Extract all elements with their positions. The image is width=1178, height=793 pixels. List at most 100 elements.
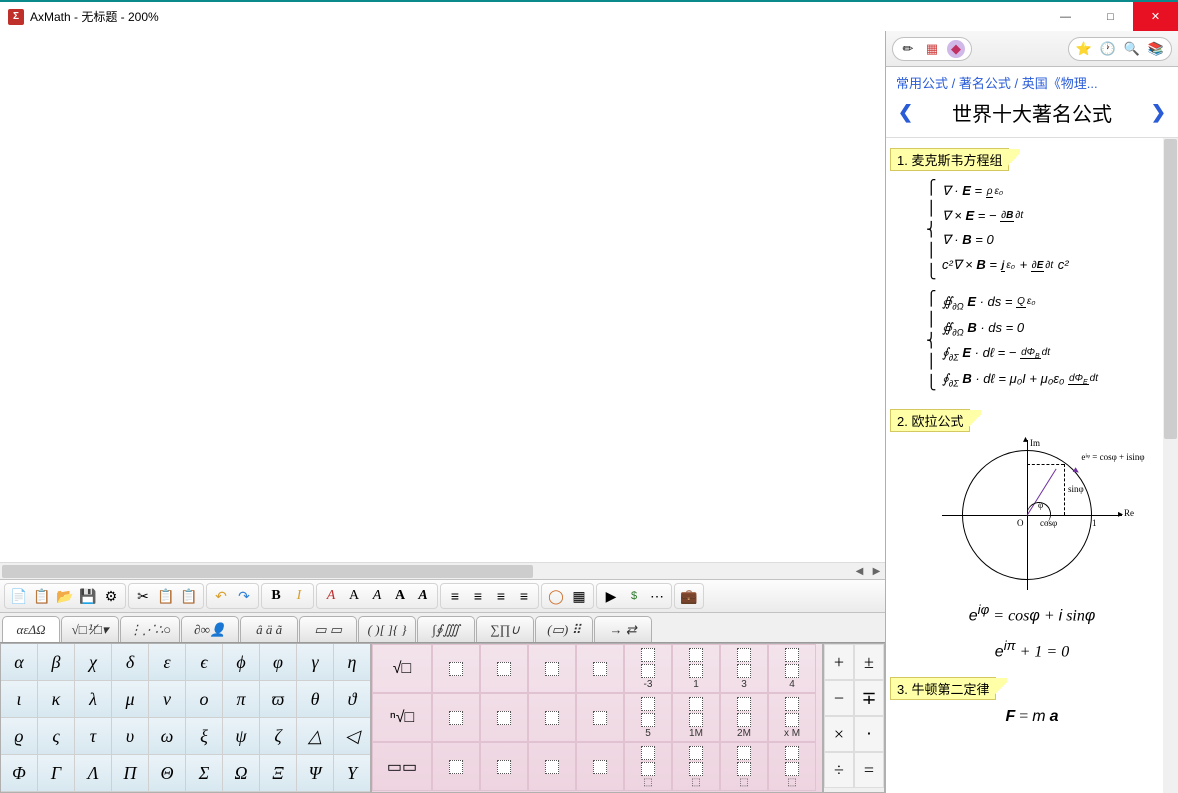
frac-lbl-0-3[interactable]: 4 [768, 644, 816, 693]
greek-μ[interactable]: μ [112, 681, 148, 717]
tab-matrix[interactable]: (▭) ⠿ [535, 616, 593, 642]
greek-ϑ[interactable]: ϑ [334, 681, 370, 717]
greek-Ψ[interactable]: Ψ [297, 755, 333, 791]
greek-ζ[interactable]: ζ [260, 718, 296, 754]
frac-lbl-1-0[interactable]: 5 [624, 693, 672, 742]
color-wheel[interactable]: ◯ [545, 585, 567, 607]
greek-υ[interactable]: υ [112, 718, 148, 754]
op-÷[interactable]: ÷ [824, 752, 854, 788]
lib-prev-button[interactable]: ❮ [894, 102, 917, 123]
frac-cell-1-3[interactable] [576, 693, 624, 742]
greek-π[interactable]: π [223, 681, 259, 717]
save-button[interactable]: 💾 [77, 585, 99, 607]
more-button[interactable]: ⋯ [646, 585, 668, 607]
frac-lbl-1-3[interactable]: x M [768, 693, 816, 742]
briefcase-button[interactable]: 💼 [678, 585, 700, 607]
frac-lbl-2-0[interactable]: ⬚ [624, 742, 672, 791]
close-button[interactable]: ✕ [1133, 2, 1178, 31]
maxwell-int-form[interactable]: ∯∂Ω E · ds = Qε₀ ∯∂Ω B · ds = 0 ∮∂Σ E · … [890, 290, 1174, 393]
clock-icon[interactable]: 🕐 [1099, 40, 1117, 58]
editor-canvas[interactable] [0, 31, 885, 562]
color-grid[interactable]: ▦ [568, 585, 590, 607]
font-a2[interactable]: A [343, 585, 365, 607]
frac-cell-1-1[interactable] [480, 693, 528, 742]
greek-ϵ[interactable]: ϵ [186, 644, 222, 680]
greek-ο[interactable]: ο [186, 681, 222, 717]
bold-button[interactable]: B [265, 585, 287, 607]
greek-ω[interactable]: ω [149, 718, 185, 754]
tab-box[interactable]: ▭ ▭ [299, 616, 357, 642]
frac-cell-1-0[interactable] [432, 693, 480, 742]
align-just[interactable]: ≡ [513, 585, 535, 607]
search-icon[interactable]: 🔍 [1123, 40, 1141, 58]
new-button[interactable]: 📄 [8, 585, 30, 607]
paste-button[interactable]: 📋 [178, 585, 200, 607]
scrollbar-thumb[interactable] [2, 565, 533, 578]
frac-lbl-0-0[interactable]: -3 [624, 644, 672, 693]
maximize-button[interactable]: □ [1088, 2, 1133, 31]
frac-lbl-0-2[interactable]: 3 [720, 644, 768, 693]
align-right[interactable]: ≡ [490, 585, 512, 607]
maxwell-diff-form[interactable]: ∇ · E = ρε₀ ∇ × E = − ∂B∂t ∇ · B = 0 c²∇… [890, 179, 1174, 278]
greek-τ[interactable]: τ [75, 718, 111, 754]
tab-arrow[interactable]: → ⇄ [594, 616, 652, 642]
tab-int[interactable]: ∫∮⨌ [417, 616, 475, 642]
op-±[interactable]: ± [854, 644, 884, 680]
crumb-2[interactable]: 著名公式 [959, 76, 1011, 91]
frac-cell-2-2[interactable] [528, 742, 576, 791]
greek-χ[interactable]: χ [75, 644, 111, 680]
greek-△[interactable]: △ [297, 718, 333, 754]
greek-η[interactable]: η [334, 644, 370, 680]
align-left[interactable]: ≡ [444, 585, 466, 607]
greek-ε[interactable]: ε [149, 644, 185, 680]
horizontal-scrollbar[interactable]: ◀▶ [0, 562, 885, 579]
frac-cell-0-2[interactable] [528, 644, 576, 693]
op-×[interactable]: × [824, 716, 854, 752]
greek-θ[interactable]: θ [297, 681, 333, 717]
crumb-1[interactable]: 常用公式 [896, 76, 948, 91]
greek-Φ[interactable]: Φ [1, 755, 37, 791]
greek-ν[interactable]: ν [149, 681, 185, 717]
newton-eq[interactable]: F = m a [890, 708, 1174, 726]
frac-lead-2[interactable]: ▭▭ [372, 742, 432, 791]
tab-greek[interactable]: αεΔΩ [2, 616, 60, 642]
frac-lead-1[interactable]: ⁿ√□ [372, 693, 432, 742]
italic-button[interactable]: I [288, 585, 310, 607]
frac-cell-0-3[interactable] [576, 644, 624, 693]
greek-ψ[interactable]: ψ [223, 718, 259, 754]
greek-Π[interactable]: Π [112, 755, 148, 791]
frac-cell-2-1[interactable] [480, 742, 528, 791]
greek-ϕ[interactable]: ϕ [223, 644, 259, 680]
scroll-right-icon[interactable]: ▶ [868, 566, 885, 577]
open-button[interactable]: 📂 [54, 585, 76, 607]
font-a1[interactable]: A [320, 585, 342, 607]
greek-ι[interactable]: ι [1, 681, 37, 717]
op-∓[interactable]: ∓ [854, 680, 884, 716]
play-button[interactable]: ▶ [600, 585, 622, 607]
font-a4[interactable]: A [389, 585, 411, 607]
euler-figure[interactable]: ▸ ▸▴ Im Re O 1 cosφ sinφ φ eⁱᵠ = cosφ + … [890, 440, 1174, 590]
frac-cell-2-0[interactable] [432, 742, 480, 791]
pin-icon[interactable]: ◆ [947, 40, 965, 58]
greek-Ξ[interactable]: Ξ [260, 755, 296, 791]
greek-Λ[interactable]: Λ [75, 755, 111, 791]
op-+[interactable]: + [824, 644, 854, 680]
redo-button[interactable]: ↷ [233, 585, 255, 607]
font-a5[interactable]: A [412, 585, 434, 607]
greek-ξ[interactable]: ξ [186, 718, 222, 754]
page-button[interactable]: 📋 [31, 585, 53, 607]
crumb-3[interactable]: 英国《物理... [1022, 76, 1098, 91]
greek-φ[interactable]: φ [260, 644, 296, 680]
frac-lbl-1-1[interactable]: 1M [672, 693, 720, 742]
greek-α[interactable]: α [1, 644, 37, 680]
greek-ϱ[interactable]: ϱ [1, 718, 37, 754]
greek-Υ[interactable]: Υ [334, 755, 370, 791]
star-icon[interactable]: ⭐ [1075, 40, 1093, 58]
frac-cell-1-2[interactable] [528, 693, 576, 742]
greek-δ[interactable]: δ [112, 644, 148, 680]
frac-lbl-2-2[interactable]: ⬚ [720, 742, 768, 791]
euler-eq1[interactable]: eiφ = cosφ + i sinφ [890, 602, 1174, 625]
frac-lbl-2-1[interactable]: ⬚ [672, 742, 720, 791]
greek-κ[interactable]: κ [38, 681, 74, 717]
frac-lead-0[interactable]: √□ [372, 644, 432, 693]
